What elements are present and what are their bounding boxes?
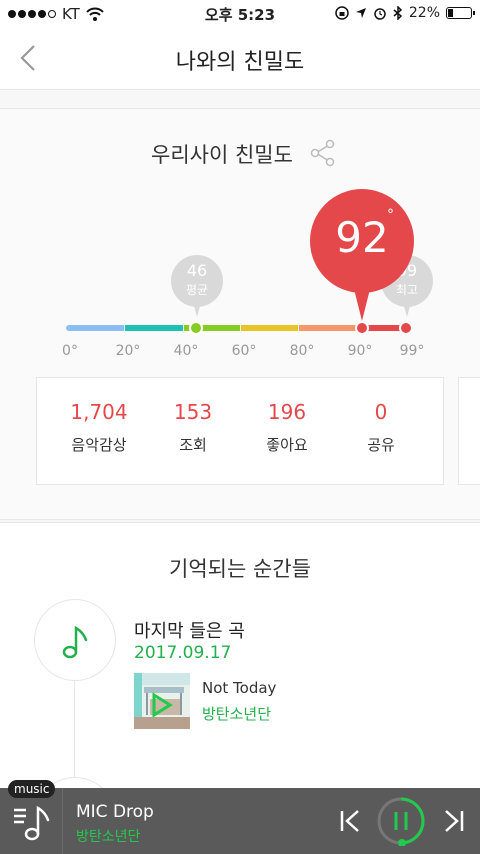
- moments-title: 기억되는 순간들: [169, 557, 311, 581]
- tick-label: 0°: [62, 343, 78, 359]
- track-segment-2: [125, 325, 183, 331]
- alarm-icon: [374, 8, 386, 20]
- average-label: 평균: [185, 283, 209, 297]
- rotation-lock-icon: [335, 6, 349, 20]
- player-title[interactable]: MIC Drop: [76, 802, 154, 822]
- track-segment-1: [66, 325, 124, 331]
- previous-track-icon[interactable]: [338, 808, 362, 834]
- mini-player[interactable]: music MIC Drop 방탄소년단: [0, 780, 480, 854]
- intimacy-gauge: 46 평균 99 최고 92 ° 0° 20° 40° 60° 80° 90° …: [0, 109, 480, 379]
- location-arrow-icon: [355, 8, 366, 18]
- stat-likes: 196 좋아요: [237, 400, 337, 455]
- max-bubble-tail: [402, 299, 412, 317]
- average-bubble-tail: [192, 299, 202, 317]
- stat-label: 조회: [179, 436, 207, 454]
- stat-listen: 1,704 음악감상: [49, 400, 149, 455]
- nav-header: 나와의 친밀도: [0, 28, 480, 90]
- stat-label: 음악감상: [71, 436, 127, 454]
- intimacy-card: 우리사이 친밀도 46 평균 99 최고 92 ° 0° 20° 40° 60°…: [0, 108, 480, 520]
- stat-label: 공유: [367, 436, 395, 454]
- current-value: 92: [335, 213, 389, 262]
- player-artist[interactable]: 방탄소년단: [76, 826, 140, 846]
- track-segment-4: [241, 325, 298, 331]
- pause-button[interactable]: [376, 796, 426, 846]
- stats-box: 1,704 음악감상 153 조회 196 좋아요 0 공유: [36, 377, 444, 485]
- stat-value: 0: [374, 400, 388, 424]
- tick-label: 20°: [115, 343, 141, 359]
- stat-label: 좋아요: [266, 436, 308, 454]
- moment-date: 2017.09.17: [134, 643, 232, 663]
- next-track-icon[interactable]: [442, 808, 466, 834]
- album-art[interactable]: [134, 673, 190, 729]
- playlist-music-icon[interactable]: [12, 802, 52, 842]
- status-right: 22%: [335, 5, 475, 21]
- album-cover-image: [134, 673, 190, 729]
- current-degree: °: [387, 207, 394, 223]
- tick-label: 99°: [399, 343, 425, 359]
- player-divider: [62, 788, 63, 854]
- tick-label: 90°: [347, 343, 373, 359]
- average-value: 46: [186, 261, 208, 280]
- stat-value: 196: [267, 400, 307, 424]
- stat-shares: 0 공유: [331, 400, 431, 455]
- battery-percent: 22%: [408, 5, 440, 21]
- song-title[interactable]: Not Today: [202, 679, 276, 697]
- page-title: 나와의 친밀도: [175, 50, 305, 75]
- music-badge: music: [8, 780, 56, 798]
- tick-label: 40°: [173, 343, 199, 359]
- average-marker: [189, 321, 203, 335]
- stat-views: 153 조회: [143, 400, 243, 455]
- status-bar: KT 오후 5:23 22%: [0, 0, 480, 28]
- moment-icon-circle: [34, 599, 116, 681]
- tick-label: 80°: [289, 343, 315, 359]
- max-marker: [399, 321, 413, 335]
- moments-card: 기억되는 순간들 마지막 들은 곡 2017.09.17 Not Today 방…: [0, 522, 480, 854]
- song-artist[interactable]: 방탄소년단: [202, 703, 271, 724]
- battery-icon: [446, 7, 475, 19]
- stat-value: 1,704: [70, 400, 128, 424]
- stat-value: 153: [173, 400, 213, 424]
- bluetooth-icon: [393, 6, 402, 20]
- current-marker: [355, 321, 369, 335]
- music-note-icon: [62, 625, 88, 659]
- track-segment-5: [299, 325, 356, 331]
- tick-label: 60°: [231, 343, 257, 359]
- moment-title: 마지막 들은 곡: [134, 621, 245, 642]
- next-stats-card-peek[interactable]: [458, 377, 480, 485]
